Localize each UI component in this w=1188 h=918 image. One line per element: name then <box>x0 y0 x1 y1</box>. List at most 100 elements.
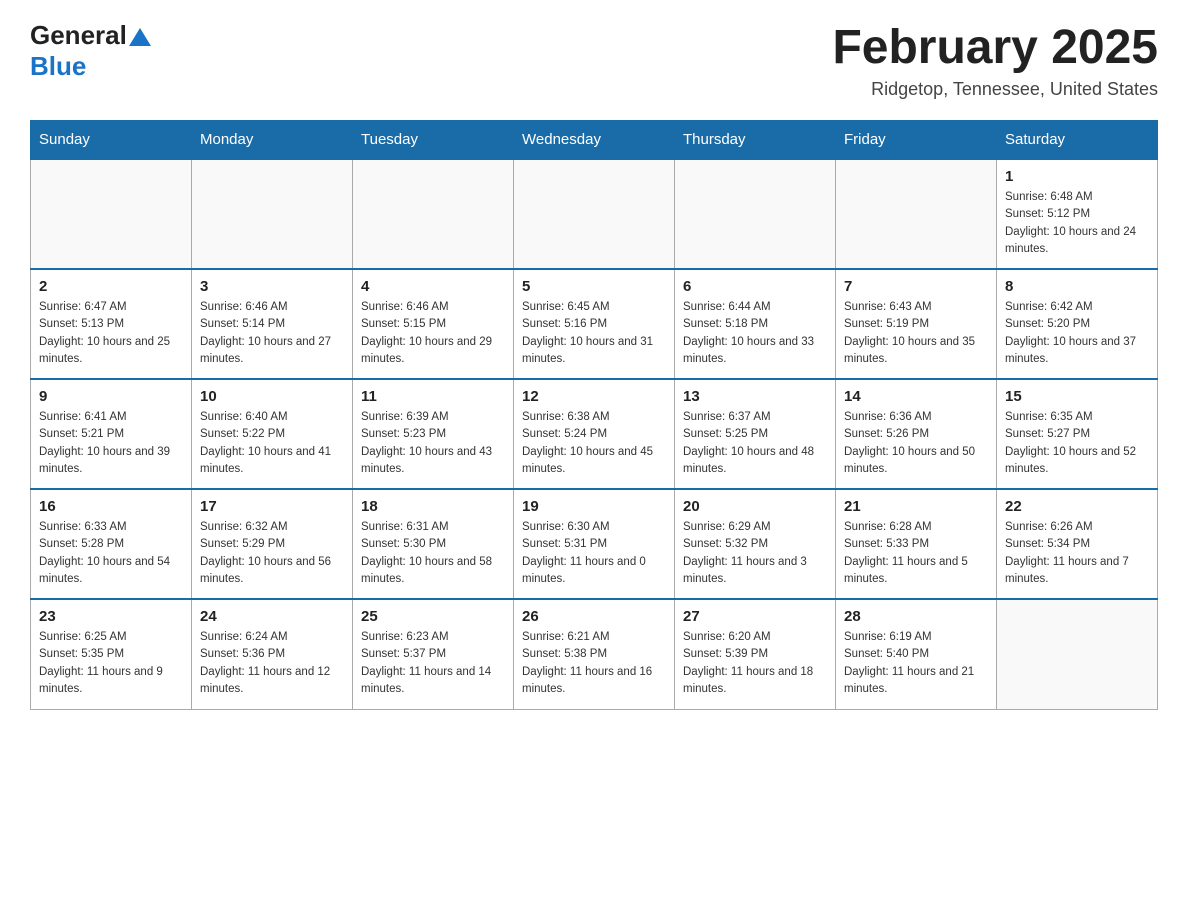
day-number: 10 <box>200 388 344 405</box>
day-number: 4 <box>361 278 505 295</box>
calendar-week-2: 2 Sunrise: 6:47 AM Sunset: 5:13 PM Daylig… <box>31 269 1158 379</box>
header-saturday: Saturday <box>997 121 1158 160</box>
day-info: Sunrise: 6:31 AM Sunset: 5:30 PM Dayligh… <box>361 519 505 588</box>
calendar-cell: 16 Sunrise: 6:33 AM Sunset: 5:28 PM Dayli… <box>31 489 192 599</box>
day-number: 27 <box>683 608 827 625</box>
calendar-cell: 4 Sunrise: 6:46 AM Sunset: 5:15 PM Daylig… <box>353 269 514 379</box>
day-number: 17 <box>200 498 344 515</box>
day-number: 8 <box>1005 278 1149 295</box>
header-sunday: Sunday <box>31 121 192 160</box>
calendar-cell: 18 Sunrise: 6:31 AM Sunset: 5:30 PM Dayli… <box>353 489 514 599</box>
calendar-cell: 13Sunrise: 6:37 AM Sunset: 5:25 PM Dayli… <box>675 379 836 489</box>
day-info: Sunrise: 6:41 AM Sunset: 5:21 PM Dayligh… <box>39 409 183 478</box>
calendar-cell: 8Sunrise: 6:42 AM Sunset: 5:20 PM Daylig… <box>997 269 1158 379</box>
day-info: Sunrise: 6:43 AM Sunset: 5:19 PM Dayligh… <box>844 299 988 368</box>
day-number: 24 <box>200 608 344 625</box>
calendar-cell: 25 Sunrise: 6:23 AM Sunset: 5:37 PM Dayli… <box>353 599 514 709</box>
day-info: Sunrise: 6:46 AM Sunset: 5:14 PM Dayligh… <box>200 299 344 368</box>
month-title: February 2025 <box>832 20 1158 75</box>
calendar-table: Sunday Monday Tuesday Wednesday Thursday… <box>30 120 1158 710</box>
calendar-cell: 5 Sunrise: 6:45 AM Sunset: 5:16 PM Daylig… <box>514 269 675 379</box>
calendar-cell: 17 Sunrise: 6:32 AM Sunset: 5:29 PM Dayli… <box>192 489 353 599</box>
day-info: Sunrise: 6:33 AM Sunset: 5:28 PM Dayligh… <box>39 519 183 588</box>
day-info: Sunrise: 6:46 AM Sunset: 5:15 PM Dayligh… <box>361 299 505 368</box>
calendar-cell: 22 Sunrise: 6:26 AM Sunset: 5:34 PM Dayli… <box>997 489 1158 599</box>
calendar-cell: 9Sunrise: 6:41 AM Sunset: 5:21 PM Daylig… <box>31 379 192 489</box>
calendar-week-1: 1 Sunrise: 6:48 AM Sunset: 5:12 PM Daylig… <box>31 159 1158 269</box>
calendar-cell <box>675 159 836 269</box>
day-info: Sunrise: 6:25 AM Sunset: 5:35 PM Dayligh… <box>39 629 183 698</box>
title-section: February 2025 Ridgetop, Tennessee, Unite… <box>832 20 1158 100</box>
day-number: 15 <box>1005 388 1149 405</box>
day-info: Sunrise: 6:38 AM Sunset: 5:24 PM Dayligh… <box>522 409 666 478</box>
day-number: 21 <box>844 498 988 515</box>
calendar-cell: 21 Sunrise: 6:28 AM Sunset: 5:33 PM Dayli… <box>836 489 997 599</box>
calendar-cell: 14 Sunrise: 6:36 AM Sunset: 5:26 PM Dayli… <box>836 379 997 489</box>
day-info: Sunrise: 6:32 AM Sunset: 5:29 PM Dayligh… <box>200 519 344 588</box>
location-text: Ridgetop, Tennessee, United States <box>832 79 1158 100</box>
day-number: 12 <box>522 388 666 405</box>
calendar-cell: 10 Sunrise: 6:40 AM Sunset: 5:22 PM Dayli… <box>192 379 353 489</box>
day-info: Sunrise: 6:19 AM Sunset: 5:40 PM Dayligh… <box>844 629 988 698</box>
weekday-header-row: Sunday Monday Tuesday Wednesday Thursday… <box>31 121 1158 160</box>
day-number: 22 <box>1005 498 1149 515</box>
calendar-week-5: 23 Sunrise: 6:25 AM Sunset: 5:35 PM Dayli… <box>31 599 1158 709</box>
day-number: 20 <box>683 498 827 515</box>
logo-general-text: General <box>30 20 127 51</box>
day-info: Sunrise: 6:26 AM Sunset: 5:34 PM Dayligh… <box>1005 519 1149 588</box>
calendar-cell: 6Sunrise: 6:44 AM Sunset: 5:18 PM Daylig… <box>675 269 836 379</box>
day-info: Sunrise: 6:21 AM Sunset: 5:38 PM Dayligh… <box>522 629 666 698</box>
day-info: Sunrise: 6:39 AM Sunset: 5:23 PM Dayligh… <box>361 409 505 478</box>
day-number: 19 <box>522 498 666 515</box>
calendar-cell: 15 Sunrise: 6:35 AM Sunset: 5:27 PM Dayli… <box>997 379 1158 489</box>
calendar-cell: 1 Sunrise: 6:48 AM Sunset: 5:12 PM Daylig… <box>997 159 1158 269</box>
day-number: 3 <box>200 278 344 295</box>
header-tuesday: Tuesday <box>353 121 514 160</box>
calendar-cell: 11 Sunrise: 6:39 AM Sunset: 5:23 PM Dayli… <box>353 379 514 489</box>
header-monday: Monday <box>192 121 353 160</box>
page-header: General Blue February 2025 Ridgetop, Ten… <box>30 20 1158 100</box>
day-info: Sunrise: 6:28 AM Sunset: 5:33 PM Dayligh… <box>844 519 988 588</box>
header-friday: Friday <box>836 121 997 160</box>
logo-triangle-icon <box>129 28 151 46</box>
calendar-cell: 2 Sunrise: 6:47 AM Sunset: 5:13 PM Daylig… <box>31 269 192 379</box>
day-info: Sunrise: 6:24 AM Sunset: 5:36 PM Dayligh… <box>200 629 344 698</box>
day-info: Sunrise: 6:48 AM Sunset: 5:12 PM Dayligh… <box>1005 189 1149 258</box>
calendar-cell: 19 Sunrise: 6:30 AM Sunset: 5:31 PM Dayli… <box>514 489 675 599</box>
day-number: 1 <box>1005 168 1149 185</box>
day-number: 26 <box>522 608 666 625</box>
header-wednesday: Wednesday <box>514 121 675 160</box>
day-number: 11 <box>361 388 505 405</box>
calendar-cell <box>514 159 675 269</box>
day-number: 7 <box>844 278 988 295</box>
day-info: Sunrise: 6:45 AM Sunset: 5:16 PM Dayligh… <box>522 299 666 368</box>
day-number: 23 <box>39 608 183 625</box>
calendar-cell: 26 Sunrise: 6:21 AM Sunset: 5:38 PM Dayli… <box>514 599 675 709</box>
day-info: Sunrise: 6:30 AM Sunset: 5:31 PM Dayligh… <box>522 519 666 588</box>
day-number: 5 <box>522 278 666 295</box>
calendar-cell: 27Sunrise: 6:20 AM Sunset: 5:39 PM Dayli… <box>675 599 836 709</box>
day-number: 6 <box>683 278 827 295</box>
day-info: Sunrise: 6:47 AM Sunset: 5:13 PM Dayligh… <box>39 299 183 368</box>
day-number: 14 <box>844 388 988 405</box>
calendar-cell: 24 Sunrise: 6:24 AM Sunset: 5:36 PM Dayli… <box>192 599 353 709</box>
calendar-cell: 28 Sunrise: 6:19 AM Sunset: 5:40 PM Dayli… <box>836 599 997 709</box>
day-info: Sunrise: 6:40 AM Sunset: 5:22 PM Dayligh… <box>200 409 344 478</box>
day-number: 16 <box>39 498 183 515</box>
logo: General Blue <box>30 20 151 82</box>
day-number: 2 <box>39 278 183 295</box>
day-number: 28 <box>844 608 988 625</box>
day-info: Sunrise: 6:35 AM Sunset: 5:27 PM Dayligh… <box>1005 409 1149 478</box>
day-number: 25 <box>361 608 505 625</box>
calendar-cell: 12 Sunrise: 6:38 AM Sunset: 5:24 PM Dayli… <box>514 379 675 489</box>
calendar-cell <box>836 159 997 269</box>
calendar-cell: 3 Sunrise: 6:46 AM Sunset: 5:14 PM Daylig… <box>192 269 353 379</box>
day-info: Sunrise: 6:36 AM Sunset: 5:26 PM Dayligh… <box>844 409 988 478</box>
calendar-cell: 23 Sunrise: 6:25 AM Sunset: 5:35 PM Dayli… <box>31 599 192 709</box>
calendar-cell: 7 Sunrise: 6:43 AM Sunset: 5:19 PM Daylig… <box>836 269 997 379</box>
day-info: Sunrise: 6:23 AM Sunset: 5:37 PM Dayligh… <box>361 629 505 698</box>
day-number: 18 <box>361 498 505 515</box>
logo-blue-text: Blue <box>30 51 86 81</box>
header-thursday: Thursday <box>675 121 836 160</box>
calendar-cell <box>997 599 1158 709</box>
